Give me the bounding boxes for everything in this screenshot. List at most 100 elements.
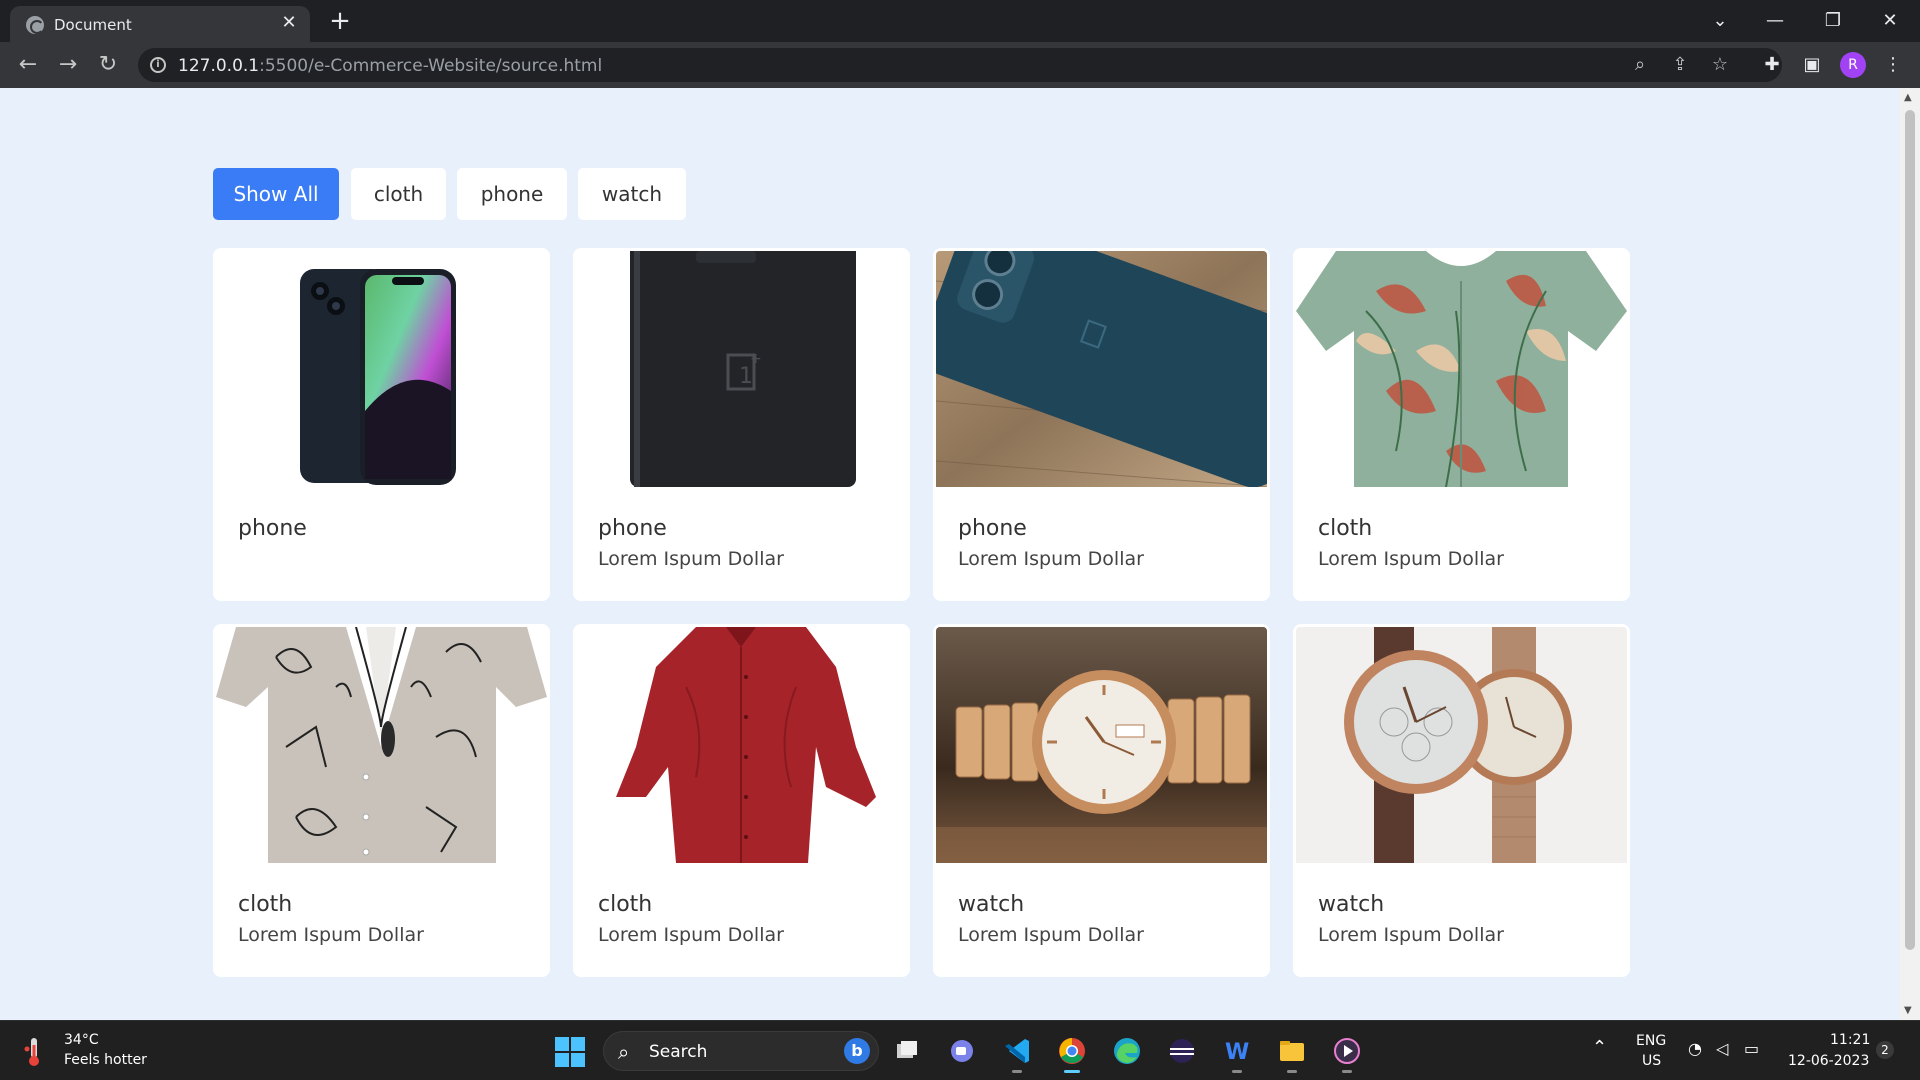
product-card[interactable]: watch Lorem Ispum Dollar — [1293, 624, 1630, 977]
forward-icon[interactable]: → — [54, 51, 82, 79]
site-info-icon[interactable]: i — [150, 57, 166, 73]
battery-icon[interactable]: ▭ — [1744, 1039, 1759, 1058]
product-title: phone — [238, 516, 307, 541]
product-description: Lorem Ispum Dollar — [238, 924, 424, 946]
running-indicator — [1287, 1070, 1297, 1073]
wifi-icon[interactable]: ◔ — [1688, 1039, 1702, 1058]
product-title: cloth — [598, 892, 653, 917]
product-title: cloth — [1318, 516, 1373, 541]
side-panel-icon[interactable]: ▣ — [1798, 51, 1826, 79]
tab-title: Document — [54, 16, 132, 34]
file-explorer-icon[interactable] — [1272, 1031, 1312, 1073]
windows-taskbar: 34°C Feels hotter ⌕ Search b W ⌃ ENG US … — [0, 1020, 1920, 1080]
product-image-phone — [216, 251, 547, 487]
search-label: Search — [649, 1042, 708, 1062]
product-image-cloth — [216, 627, 547, 863]
product-description: Lorem Ispum Dollar — [1318, 548, 1504, 570]
product-title: cloth — [238, 892, 293, 917]
product-card[interactable]: cloth Lorem Ispum Dollar — [213, 624, 550, 977]
restore-button[interactable]: ❐ — [1813, 6, 1853, 36]
filter-cloth-button[interactable]: cloth — [351, 168, 446, 220]
product-description: Lorem Ispum Dollar — [1318, 924, 1504, 946]
filter-show-all-button[interactable]: Show All — [213, 168, 339, 220]
new-tab-button[interactable]: + — [325, 6, 355, 36]
product-description: Lorem Ispum Dollar — [598, 548, 784, 570]
chevron-up-icon[interactable]: ⌃ — [1592, 1037, 1607, 1058]
region-code[interactable]: US — [1642, 1053, 1661, 1069]
eclipse-icon[interactable] — [1162, 1031, 1202, 1071]
product-image-phone: 1 + — [576, 251, 907, 487]
webex-icon[interactable]: W — [1217, 1031, 1257, 1073]
clock-date[interactable]: 12-06-2023 — [1788, 1053, 1869, 1069]
svg-text:+: + — [750, 351, 762, 367]
edge-icon[interactable] — [1107, 1031, 1147, 1071]
product-title: watch — [958, 892, 1025, 917]
product-card[interactable]: cloth Lorem Ispum Dollar — [573, 624, 910, 977]
profile-avatar[interactable]: R — [1840, 52, 1866, 78]
clock-time[interactable]: 11:21 — [1830, 1032, 1870, 1048]
language-code[interactable]: ENG — [1636, 1033, 1666, 1049]
task-view-icon[interactable] — [887, 1031, 927, 1071]
search-icon: ⌕ — [618, 1040, 630, 1064]
running-indicator — [1232, 1070, 1242, 1073]
taskbar-search-box[interactable]: ⌕ Search b — [603, 1031, 879, 1071]
browser-toolbar: ← → ↻ i 127.0.0.1:5500/e-Commerce-Websit… — [0, 42, 1920, 88]
browser-tab[interactable]: Document ✕ — [10, 6, 310, 42]
bookmark-star-icon[interactable]: ☆ — [1707, 53, 1733, 77]
weather-temperature: 34°C — [64, 1032, 99, 1048]
chrome-icon[interactable] — [1052, 1031, 1092, 1073]
menu-kebab-icon[interactable]: ⋮ — [1879, 51, 1907, 79]
product-card[interactable]: watch Lorem Ispum Dollar — [933, 624, 1270, 977]
active-indicator — [1064, 1070, 1080, 1073]
zoom-icon[interactable]: ⌕ — [1627, 53, 1653, 77]
page-content: Show All cloth phone watch phone 1 + pho… — [0, 88, 1900, 1020]
weather-description: Feels hotter — [64, 1052, 147, 1068]
product-title: watch — [1318, 892, 1385, 917]
svg-text:W: W — [1225, 1040, 1249, 1065]
product-image-cloth — [1296, 251, 1627, 487]
filter-phone-button[interactable]: phone — [457, 168, 567, 220]
bing-icon[interactable]: b — [844, 1038, 870, 1064]
reload-icon[interactable]: ↻ — [94, 51, 122, 79]
scroll-up-arrow-icon[interactable]: ▲ — [1904, 92, 1912, 103]
product-description: Lorem Ispum Dollar — [958, 548, 1144, 570]
running-indicator — [1342, 1070, 1352, 1073]
windows-start-icon[interactable] — [555, 1037, 585, 1067]
thermometer-icon — [24, 1038, 39, 1066]
url-path: :5500/e-Commerce-Website/source.html — [259, 56, 603, 76]
product-title: phone — [958, 516, 1027, 541]
svg-text:1: 1 — [739, 364, 753, 389]
tab-search-icon[interactable]: ⌄ — [1700, 6, 1740, 36]
close-tab-icon[interactable]: ✕ — [278, 12, 300, 34]
media-player-icon[interactable] — [1327, 1031, 1367, 1073]
browser-tab-bar: Document ✕ + ⌄ — ❐ ✕ — [0, 0, 1920, 42]
product-card[interactable]: phone — [213, 248, 550, 601]
globe-icon — [26, 16, 44, 34]
product-card[interactable]: phone Lorem Ispum Dollar — [933, 248, 1270, 601]
url-text: 127.0.0.1:5500/e-Commerce-Website/source… — [178, 56, 602, 76]
product-image-phone — [936, 251, 1267, 487]
extensions-icon[interactable]: ✚ — [1758, 51, 1786, 79]
filter-watch-button[interactable]: watch — [578, 168, 686, 220]
address-bar[interactable]: i 127.0.0.1:5500/e-Commerce-Website/sour… — [138, 48, 1782, 82]
volume-icon[interactable]: ◁ — [1716, 1039, 1728, 1058]
close-window-button[interactable]: ✕ — [1870, 6, 1910, 36]
teams-chat-icon[interactable] — [942, 1031, 982, 1071]
url-host: 127.0.0.1 — [178, 56, 260, 76]
product-description: Lorem Ispum Dollar — [958, 924, 1144, 946]
scrollbar-thumb[interactable] — [1905, 110, 1915, 950]
notification-badge[interactable]: 2 — [1876, 1041, 1894, 1059]
product-title: phone — [598, 516, 667, 541]
minimize-button[interactable]: — — [1755, 6, 1795, 36]
share-icon[interactable]: ⇪ — [1667, 53, 1693, 77]
product-image-watch — [1296, 627, 1627, 863]
scroll-down-arrow-icon[interactable]: ▼ — [1904, 1005, 1912, 1016]
product-image-watch — [936, 627, 1267, 863]
product-description: Lorem Ispum Dollar — [598, 924, 784, 946]
vscode-icon[interactable] — [997, 1031, 1037, 1073]
product-card[interactable]: 1 + phone Lorem Ispum Dollar — [573, 248, 910, 601]
product-card[interactable]: cloth Lorem Ispum Dollar — [1293, 248, 1630, 601]
back-icon[interactable]: ← — [14, 51, 42, 79]
page-scrollbar[interactable]: ▲ ▼ — [1900, 88, 1920, 1020]
product-image-cloth — [576, 627, 907, 863]
